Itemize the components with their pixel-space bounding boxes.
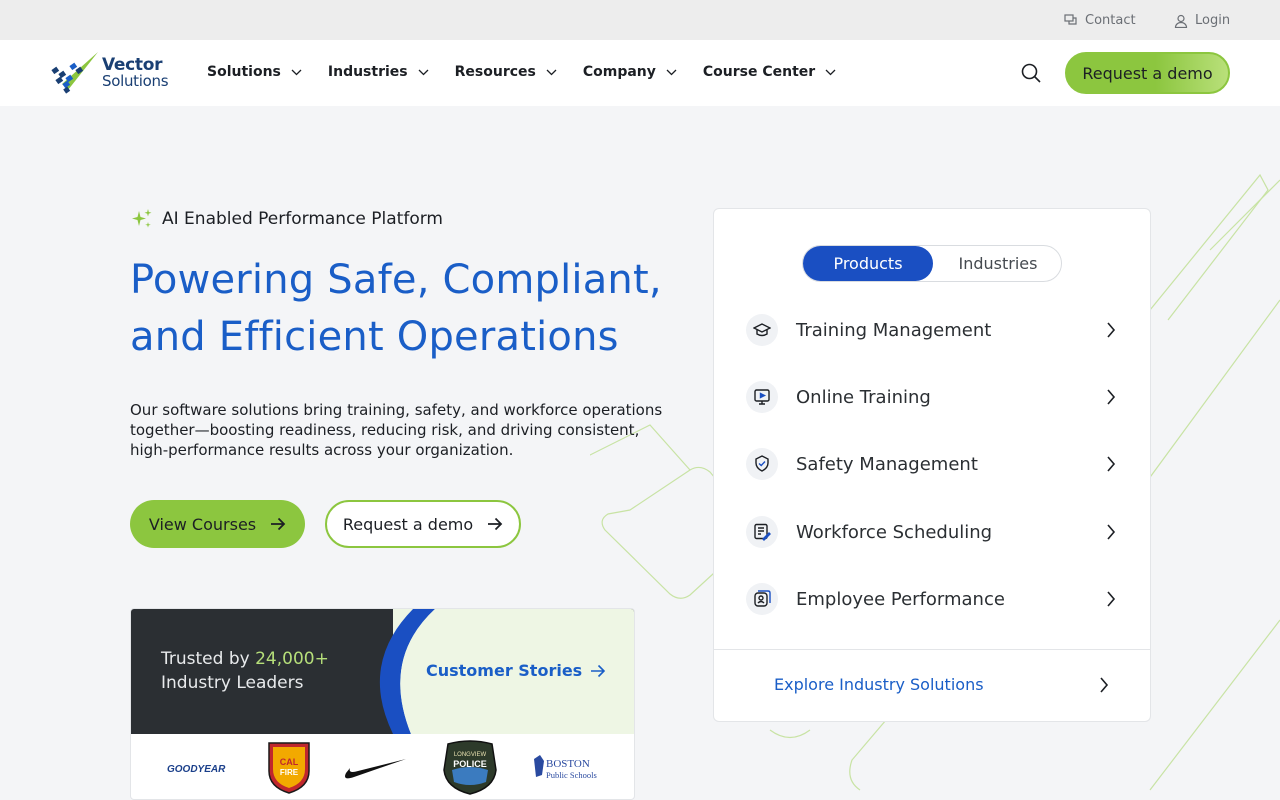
product-item-employee-performance[interactable]: Employee Performance (746, 579, 1116, 619)
graduation-cap-icon (746, 314, 778, 346)
nav-menu: Solutions Industries Resources Company C… (207, 64, 862, 80)
tab-industries[interactable]: Industries (933, 246, 1063, 281)
view-courses-label: View Courses (148, 514, 257, 534)
explore-industry-solutions-link[interactable]: Explore Industry Solutions (774, 675, 1109, 694)
product-item-online-training[interactable]: Online Training (746, 377, 1116, 417)
logo-mark-icon (51, 52, 98, 94)
customer-stories-link[interactable]: Customer Stories (426, 661, 606, 680)
chat-icon (1064, 13, 1077, 25)
arrow-right-icon (271, 517, 286, 531)
chevron-right-icon (1107, 322, 1116, 338)
user-icon (1174, 14, 1188, 28)
chevron-right-icon (1107, 456, 1116, 472)
request-demo-nav-button[interactable]: Request a demo (1065, 52, 1230, 94)
goodyear-logo-text: GOODYEAR (167, 764, 226, 775)
customer-logos: GOODYEAR CAL FIRE LONGVIEW POLICE BOSTON… (131, 734, 634, 799)
nav-item-label: Course Center (702, 64, 816, 80)
tab-products[interactable]: Products (803, 246, 933, 281)
chevron-right-icon (1100, 676, 1109, 693)
product-label: Safety Management (796, 453, 978, 475)
product-label: Workforce Scheduling (796, 521, 993, 543)
chevron-down-icon (291, 69, 302, 75)
arrow-right-icon (591, 664, 606, 677)
longview-police-logo: LONGVIEW POLICE (440, 739, 500, 796)
panel-divider (714, 649, 1150, 650)
cal-fire-logo: CAL FIRE (265, 741, 313, 795)
nav-item-label: Solutions (207, 64, 281, 80)
svg-text:FIRE: FIRE (280, 768, 299, 777)
nav-item-label: Company (582, 64, 656, 80)
product-panel: Products Industries Training Management … (713, 208, 1151, 722)
chevron-down-icon (666, 69, 677, 75)
login-link[interactable]: Login (1174, 13, 1230, 28)
chevron-down-icon (546, 69, 557, 75)
trusted-prefix: Trusted by (161, 649, 256, 669)
nav-item-label: Industries (327, 64, 408, 80)
nav-item-solutions[interactable]: Solutions (207, 64, 302, 80)
goodyear-logo: GOODYEAR (167, 761, 233, 775)
chevron-down-icon (418, 69, 429, 75)
request-demo-button[interactable]: Request a demo (325, 500, 521, 548)
arrow-right-icon (488, 517, 503, 531)
nav-item-resources[interactable]: Resources (455, 64, 557, 80)
search-icon[interactable] (1020, 62, 1042, 84)
svg-text:LONGVIEW: LONGVIEW (454, 752, 487, 758)
customer-stories-label: Customer Stories (426, 661, 583, 680)
contact-label: Contact (1085, 13, 1136, 28)
request-demo-label: Request a demo (342, 514, 474, 534)
product-label: Training Management (796, 319, 992, 341)
chevron-right-icon (1107, 591, 1116, 607)
vector-solutions-logo[interactable]: Vector Solutions (50, 50, 169, 96)
product-item-safety-management[interactable]: Safety Management (746, 444, 1116, 484)
logo-line2: Solutions (102, 72, 169, 90)
employee-badge-icon (746, 583, 778, 615)
schedule-edit-icon (746, 516, 778, 548)
hero-eyebrow: AI Enabled Performance Platform (130, 207, 443, 231)
boston-public-schools-logo: BOSTON Public Schools (532, 753, 600, 783)
video-play-icon (746, 381, 778, 413)
svg-text:Public Schools: Public Schools (546, 770, 597, 780)
main-nav: Vector Solutions Solutions Industries Re… (0, 40, 1280, 106)
trust-card: Trusted by 24,000+ Industry Leaders Cust… (130, 608, 635, 800)
hero-title-line1: Powering Safe, Compliant, (130, 257, 662, 303)
trusted-suffix: Industry Leaders (161, 673, 304, 693)
nav-item-company[interactable]: Company (583, 64, 677, 80)
shield-badge-icon (746, 448, 778, 480)
sparkle-icon (132, 209, 152, 228)
hero-title: Powering Safe, Compliant, and Efficient … (130, 252, 700, 366)
products-industries-toggle: Products Industries (802, 245, 1062, 282)
trusted-by-text: Trusted by 24,000+ Industry Leaders (161, 647, 329, 695)
product-item-workforce-scheduling[interactable]: Workforce Scheduling (746, 512, 1116, 552)
nav-item-industries[interactable]: Industries (328, 64, 429, 80)
svg-text:CAL: CAL (279, 757, 298, 767)
logo-line1: Vector (102, 55, 163, 75)
svg-text:BOSTON: BOSTON (546, 758, 590, 770)
nav-item-label: Resources (454, 64, 536, 80)
view-courses-button[interactable]: View Courses (130, 500, 305, 548)
login-label: Login (1195, 13, 1231, 28)
contact-link[interactable]: Contact (1064, 13, 1136, 28)
logo-wordmark: Vector Solutions (102, 55, 169, 90)
trusted-count: 24,000+ (255, 649, 329, 669)
product-label: Employee Performance (796, 588, 1005, 610)
svg-text:POLICE: POLICE (454, 759, 488, 769)
hero-title-line2: and Efficient Operations (130, 314, 619, 360)
eyebrow-label: AI Enabled Performance Platform (162, 209, 443, 229)
nav-item-course-center[interactable]: Course Center (703, 64, 836, 80)
product-label: Online Training (796, 386, 931, 408)
product-item-training-management[interactable]: Training Management (746, 310, 1116, 350)
hero-description: Our software solutions bring training, s… (130, 401, 663, 459)
nike-logo (344, 755, 408, 781)
chevron-right-icon (1107, 524, 1116, 540)
utility-bar: Contact Login (0, 0, 1280, 40)
chevron-right-icon (1107, 389, 1116, 405)
chevron-down-icon (825, 69, 836, 75)
explore-label: Explore Industry Solutions (774, 675, 984, 694)
